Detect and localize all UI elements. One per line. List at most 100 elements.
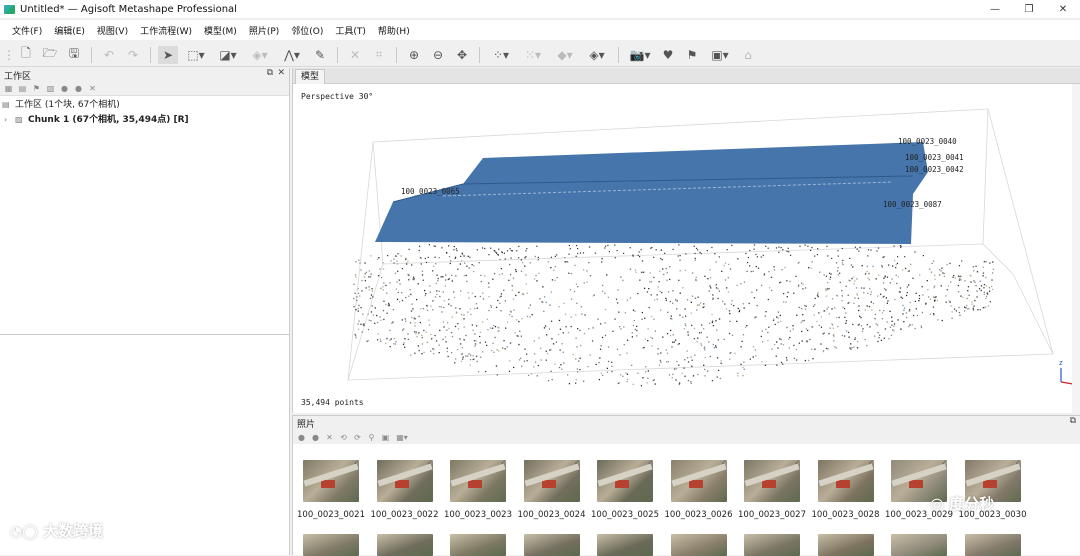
minimize-button[interactable]: — (978, 0, 1012, 18)
menu-workflow[interactable]: 工作流程(W) (134, 24, 198, 37)
undo-button[interactable]: ↶ (99, 46, 119, 64)
photo-thumbnail[interactable] (670, 534, 727, 556)
draw-polyline-button[interactable]: ⋀▾ (278, 46, 306, 64)
tiled-model-view-button[interactable]: ◈▾ (583, 46, 611, 64)
toolbar-separator (396, 46, 397, 63)
photo-thumbnail[interactable] (891, 534, 947, 556)
mesh-view-button[interactable]: ◆▾ (551, 46, 579, 64)
show-aligned-chunks-button[interactable]: ⌂ (738, 46, 758, 64)
enable-camera-icon[interactable]: ● (296, 432, 307, 442)
menu-edit[interactable]: 编辑(E) (48, 24, 91, 37)
photo-thumbnail[interactable] (597, 534, 653, 556)
rotate-left-icon[interactable]: ⟲ (338, 432, 349, 442)
photo-thumbnail[interactable] (376, 534, 433, 556)
watermark-logo-left: ◔◯ 大数跨境 (10, 520, 103, 541)
aligned-check-icon: ✓ (573, 460, 580, 467)
photo-label: 100_0023_0023 (444, 510, 512, 520)
photo-label: 100_0023_0027 (738, 510, 806, 520)
delete-selection-button[interactable]: ✕ (345, 46, 365, 64)
zoom-in-button[interactable]: ⊕ (404, 46, 424, 64)
reset-filter-icon[interactable]: ▣ (380, 432, 391, 442)
zoom-out-button[interactable]: ⊖ (428, 46, 448, 64)
workspace-root-row[interactable]: ▤ 工作区 (1个块, 67个相机) (0, 96, 289, 111)
rotate-right-icon[interactable]: ⟳ (352, 432, 363, 442)
expand-arrow-icon[interactable]: › (4, 115, 12, 124)
show-images-button[interactable]: ▣▾ (706, 46, 734, 64)
photo-thumbnail[interactable]: ✓ (670, 460, 727, 502)
disable-camera-icon[interactable]: ● (310, 432, 321, 442)
photo-thumbnail[interactable] (964, 534, 1021, 556)
photo-thumbnail[interactable] (523, 534, 580, 556)
photo-label: 100_0023_0022 (370, 510, 439, 520)
menu-ortho[interactable]: 邻位(O) (285, 24, 329, 37)
toolbar-separator (618, 46, 619, 63)
float-panel-icon[interactable]: ⧉ (267, 68, 273, 78)
model-canvas[interactable]: 100_0023_0065 100_0023_0040 100_0023_004… (293, 84, 1073, 413)
navigation-tool-button[interactable]: ➤ (158, 45, 178, 64)
reset-view-button[interactable]: ✥ (452, 46, 472, 64)
add-chunk-icon[interactable]: ▦ (3, 84, 14, 94)
photo-label: 100_0023_0028 (811, 510, 880, 520)
menu-help[interactable]: 帮助(H) (372, 24, 416, 37)
viewer-tab-bar: 模型 (293, 68, 1080, 84)
rectangle-selection-button[interactable]: ⬚▾ (182, 46, 210, 64)
tab-model[interactable]: 模型 (295, 69, 326, 84)
photo-thumbnail[interactable] (450, 534, 506, 556)
show-cameras-button[interactable]: 📷▾ (626, 46, 654, 64)
workspace-panel-header: 工作区 ⧉ ✕ (0, 68, 289, 82)
camera-label: 100_0023_0065 (401, 187, 460, 196)
float-panel-icon[interactable]: ⧉ (1070, 416, 1076, 426)
add-photos-icon[interactable]: ▤ (17, 84, 28, 94)
toolbar-separator (337, 46, 338, 63)
grip-icon: ⋮ (3, 47, 15, 62)
photo-thumbnail[interactable]: ✓ (376, 460, 433, 502)
photo-thumbnail[interactable]: ✓ (597, 460, 653, 502)
viewer-scrollbar[interactable] (1072, 84, 1080, 413)
close-button[interactable]: ✕ (1046, 0, 1080, 18)
disable-item-icon[interactable]: ● (73, 84, 84, 94)
save-project-button[interactable]: 🖫 (64, 46, 84, 64)
menu-tools[interactable]: 工具(T) (329, 24, 372, 37)
photo-thumbnail[interactable]: ✓ (303, 460, 359, 502)
remove-item-icon[interactable]: ▧ (45, 84, 56, 94)
model-viewer[interactable]: 模型 100_0023_0065 100_0023_0040 100_0023_… (292, 68, 1080, 413)
open-project-button[interactable]: 🗁 (40, 46, 60, 64)
photo-thumbnail[interactable] (303, 534, 359, 556)
menu-photo[interactable]: 照片(P) (243, 24, 285, 37)
window-title: Untitled* — Agisoft Metashape Profession… (20, 3, 237, 15)
menu-bar: 文件(F) 编辑(E) 视图(V) 工作流程(W) 模型(M) 照片(P) 邻位… (0, 20, 1080, 40)
chunk-row[interactable]: › ▨ Chunk 1 (67个相机, 35,494点) [R] (0, 111, 289, 126)
photo-thumbnail[interactable]: ✓ (744, 460, 800, 502)
filter-photos-icon[interactable]: ⚲ (366, 432, 377, 442)
view-mode-icon[interactable]: ▦▾ (394, 432, 410, 442)
delete-item-icon[interactable]: ✕ (87, 84, 98, 94)
enable-item-icon[interactable]: ● (59, 84, 70, 94)
add-marker-icon[interactable]: ⚑ (31, 84, 42, 94)
photo-thumbnail[interactable] (744, 534, 800, 556)
photo-thumbnail[interactable]: ✓ (450, 460, 506, 502)
perspective-label: Perspective 30° (301, 92, 374, 101)
rotate-object-button[interactable]: ◈▾ (246, 46, 274, 64)
aligned-check-icon: ✓ (353, 460, 359, 467)
crop-selection-button[interactable]: ⌗ (369, 46, 389, 64)
photo-thumbnail[interactable] (817, 534, 874, 556)
point-cloud-view-button[interactable]: ⁘▾ (487, 46, 515, 64)
close-panel-icon[interactable]: ✕ (277, 68, 285, 78)
show-shapes-button[interactable]: ♥ (658, 46, 678, 64)
menu-file[interactable]: 文件(F) (6, 24, 48, 37)
camera-label: 100_0023_0087 (883, 200, 942, 209)
new-project-button[interactable]: 🗋 (16, 46, 36, 64)
menu-model[interactable]: 模型(M) (198, 24, 243, 37)
restore-button[interactable]: ❐ (1012, 0, 1046, 18)
photo-thumbnail[interactable]: ✓ (817, 460, 874, 502)
photo-thumbnail[interactable]: ✓ (523, 460, 580, 502)
redo-button[interactable]: ↷ (123, 46, 143, 64)
dense-cloud-view-button[interactable]: ⁙▾ (519, 46, 547, 64)
remove-camera-icon[interactable]: ✕ (324, 432, 335, 442)
resize-region-button[interactable]: ◪▾ (214, 46, 242, 64)
toolbar-separator (150, 46, 151, 63)
ruler-button[interactable]: ✎ (310, 46, 330, 64)
menu-view[interactable]: 视图(V) (91, 24, 134, 37)
show-markers-button[interactable]: ⚑ (682, 46, 702, 64)
workspace-panel-title: 工作区 (4, 71, 32, 82)
